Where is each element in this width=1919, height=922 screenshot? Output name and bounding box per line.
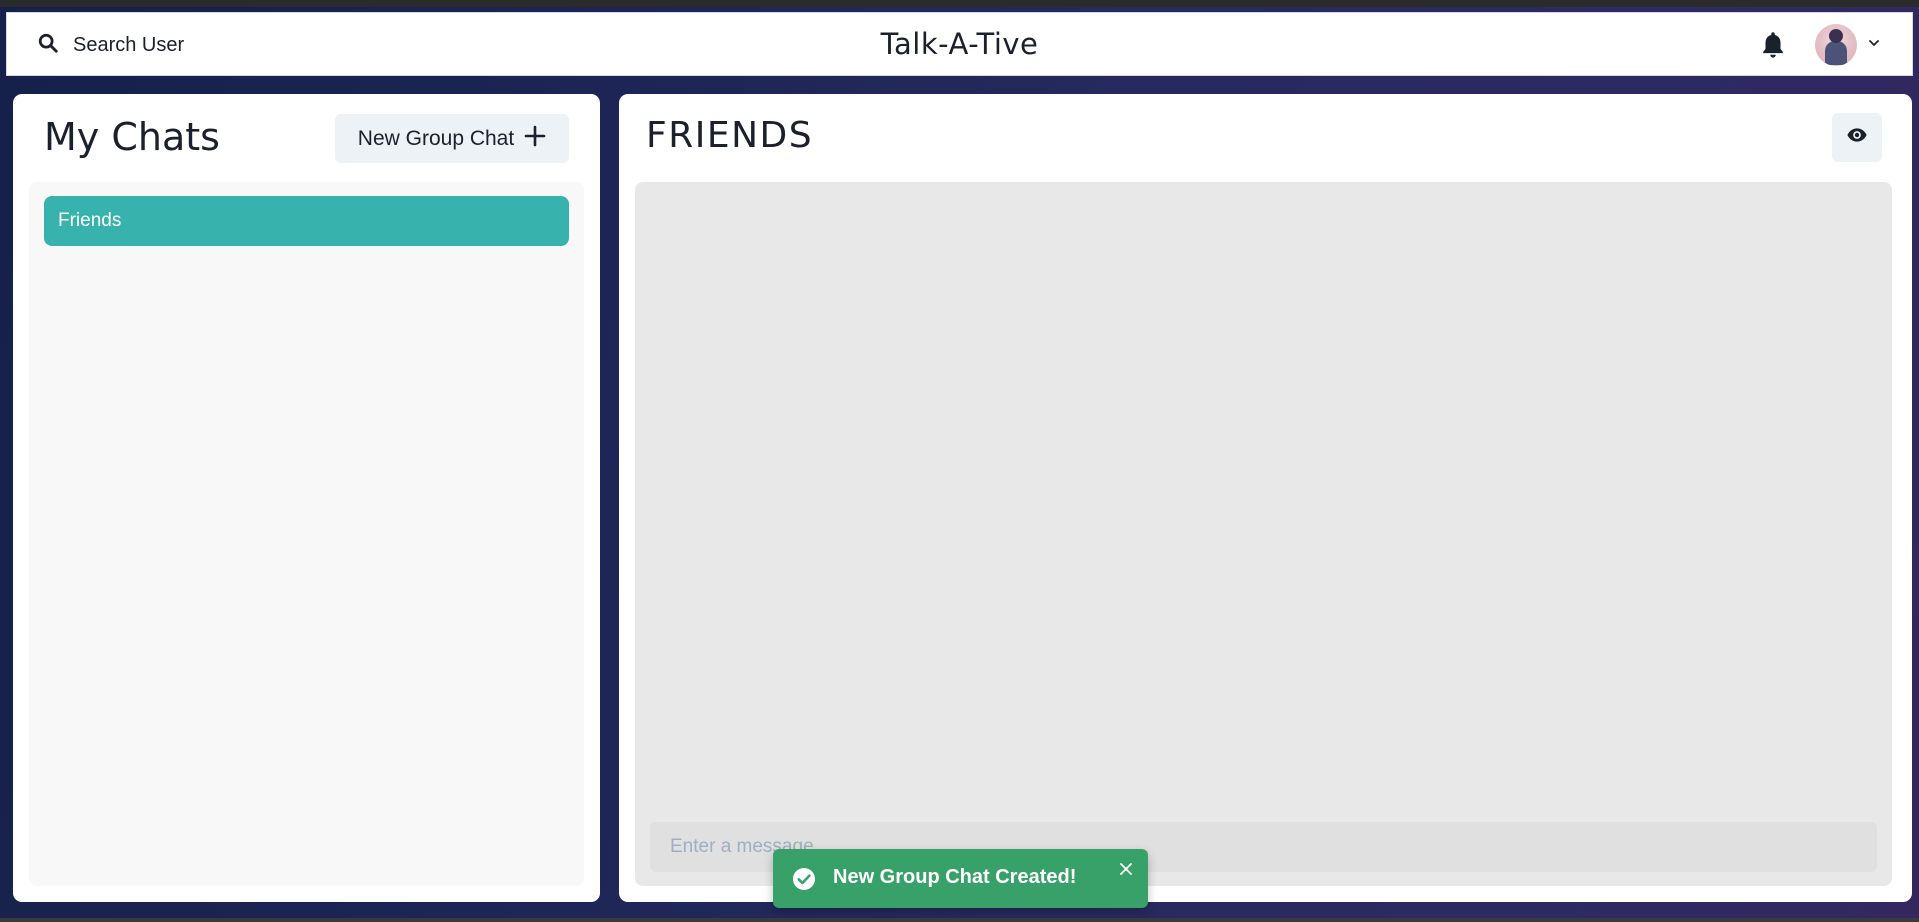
close-icon[interactable]	[1118, 861, 1134, 877]
eye-icon	[1846, 124, 1868, 151]
plus-icon	[524, 125, 546, 153]
window-bottom-strip	[0, 918, 1919, 922]
top-header-bar: Search User Talk-A-Tive	[6, 12, 1913, 76]
messages-area	[635, 182, 1892, 886]
check-circle-icon	[792, 867, 816, 891]
bell-icon[interactable]	[1759, 30, 1787, 60]
chat-panel: FRIENDS	[619, 94, 1912, 902]
user-avatar	[1815, 24, 1857, 66]
my-chats-panel: My Chats New Group Chat Friends	[13, 94, 600, 902]
window-top-strip	[0, 0, 1919, 7]
profile-menu-button[interactable]	[1815, 22, 1881, 68]
app-title: Talk-A-Tive	[880, 27, 1039, 61]
chat-title: FRIENDS	[646, 115, 814, 156]
chevron-down-icon	[1867, 36, 1881, 55]
chat-list-item-label: Friends	[58, 210, 122, 231]
new-group-chat-label: New Group Chat	[357, 126, 515, 150]
new-group-chat-button[interactable]: New Group Chat	[335, 114, 569, 163]
chat-list-item-friends[interactable]: Friends	[44, 196, 569, 246]
chat-list: Friends	[29, 182, 584, 886]
my-chats-title: My Chats	[44, 115, 220, 159]
success-toast: New Group Chat Created!	[773, 849, 1148, 908]
view-group-details-button[interactable]	[1832, 113, 1882, 162]
toast-message: New Group Chat Created!	[833, 866, 1077, 888]
